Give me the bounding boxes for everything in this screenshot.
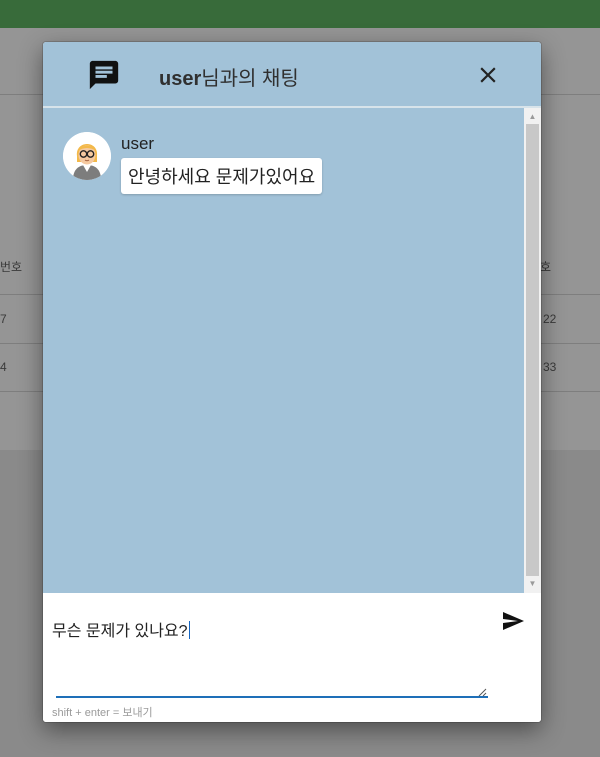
message-list: user 안녕하세요 문제가있어요	[43, 108, 524, 593]
message-bubble: 안녕하세요 문제가있어요	[121, 158, 323, 194]
app-topbar	[0, 0, 600, 28]
input-underline	[56, 696, 488, 698]
title-user: user	[159, 68, 202, 90]
scroll-thumb[interactable]	[526, 124, 539, 576]
dialog-header: user님과의 채팅	[43, 42, 541, 108]
send-hint: shift + enter = 보내기	[52, 707, 153, 719]
message-input[interactable]: 무슨 문제가 있나요?	[52, 617, 190, 641]
table-cell: 22	[543, 312, 557, 326]
scroll-down-arrow-icon[interactable]: ▼	[524, 577, 541, 591]
avatar	[63, 132, 111, 180]
table-cell: 33	[543, 360, 557, 374]
chat-icon	[89, 60, 119, 90]
table-header-left: 번호	[0, 260, 23, 274]
text-caret	[188, 621, 190, 639]
title-suffix: 님과의 채팅	[201, 68, 299, 90]
message-composer: 무슨 문제가 있나요? shift + enter = 보내기	[43, 593, 541, 722]
table-header-right: 호	[540, 260, 552, 274]
chat-dialog: user님과의 채팅 user 안녕하세요 문제가있어요 ▲ ▼ 무슨 문제가 …	[43, 42, 541, 722]
resize-handle-icon[interactable]	[478, 688, 487, 697]
message-scrollbar[interactable]: ▲ ▼	[524, 108, 541, 593]
close-icon[interactable]	[475, 62, 501, 88]
dialog-title: user님과의 채팅	[159, 62, 299, 91]
table-cell: 4	[0, 360, 7, 374]
table-cell: 7	[0, 312, 7, 326]
message-author: user	[121, 134, 155, 153]
scroll-up-arrow-icon[interactable]: ▲	[524, 110, 541, 124]
user-avatar-icon	[63, 132, 111, 180]
message-input-value: 무슨 문제가 있나요?	[52, 623, 188, 640]
send-icon[interactable]	[500, 609, 526, 633]
